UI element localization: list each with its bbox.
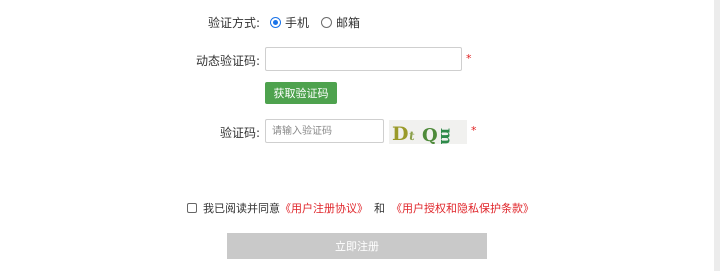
required-mark: *: [466, 52, 472, 65]
dynamic-code-field[interactable]: [265, 47, 462, 71]
captcha-image-graphic: D t Q m: [392, 123, 456, 146]
captcha-image[interactable]: D t Q m: [389, 120, 467, 146]
privacy-policy-link[interactable]: 《用户授权和隐私保护条款》: [391, 200, 534, 216]
get-code-button[interactable]: 获取验证码: [265, 82, 337, 104]
captcha-field[interactable]: [265, 119, 384, 143]
agreement-row: 我已阅读并同意 《用户注册协议》 和 《用户授权和隐私保护条款》: [187, 200, 534, 216]
verify-method-label: 验证方式:: [207, 16, 260, 30]
agreement-checkbox[interactable]: [187, 203, 197, 213]
svg-text:D: D: [392, 123, 408, 144]
radio-email-label[interactable]: 邮箱: [336, 14, 360, 31]
radio-phone[interactable]: [270, 17, 281, 28]
captcha-input[interactable]: [266, 120, 383, 142]
dynamic-code-input[interactable]: [266, 48, 461, 70]
svg-text:Q: Q: [422, 125, 438, 144]
agreement-prefix: 我已阅读并同意: [203, 202, 280, 215]
captcha-label: 验证码:: [219, 126, 260, 140]
svg-text:m: m: [437, 128, 456, 144]
captcha-required-mark: *: [471, 124, 477, 137]
radio-phone-label[interactable]: 手机: [285, 14, 309, 31]
agreement-conjunction: 和: [374, 202, 385, 215]
user-agreement-link[interactable]: 《用户注册协议》: [280, 200, 368, 216]
dynamic-code-label: 动态验证码:: [195, 54, 260, 68]
radio-email[interactable]: [321, 17, 333, 28]
verify-method-group: 手机 邮箱: [270, 14, 368, 31]
register-button[interactable]: 立即注册: [227, 233, 487, 259]
page-right-edge: [714, 0, 720, 271]
svg-text:t: t: [408, 129, 416, 144]
